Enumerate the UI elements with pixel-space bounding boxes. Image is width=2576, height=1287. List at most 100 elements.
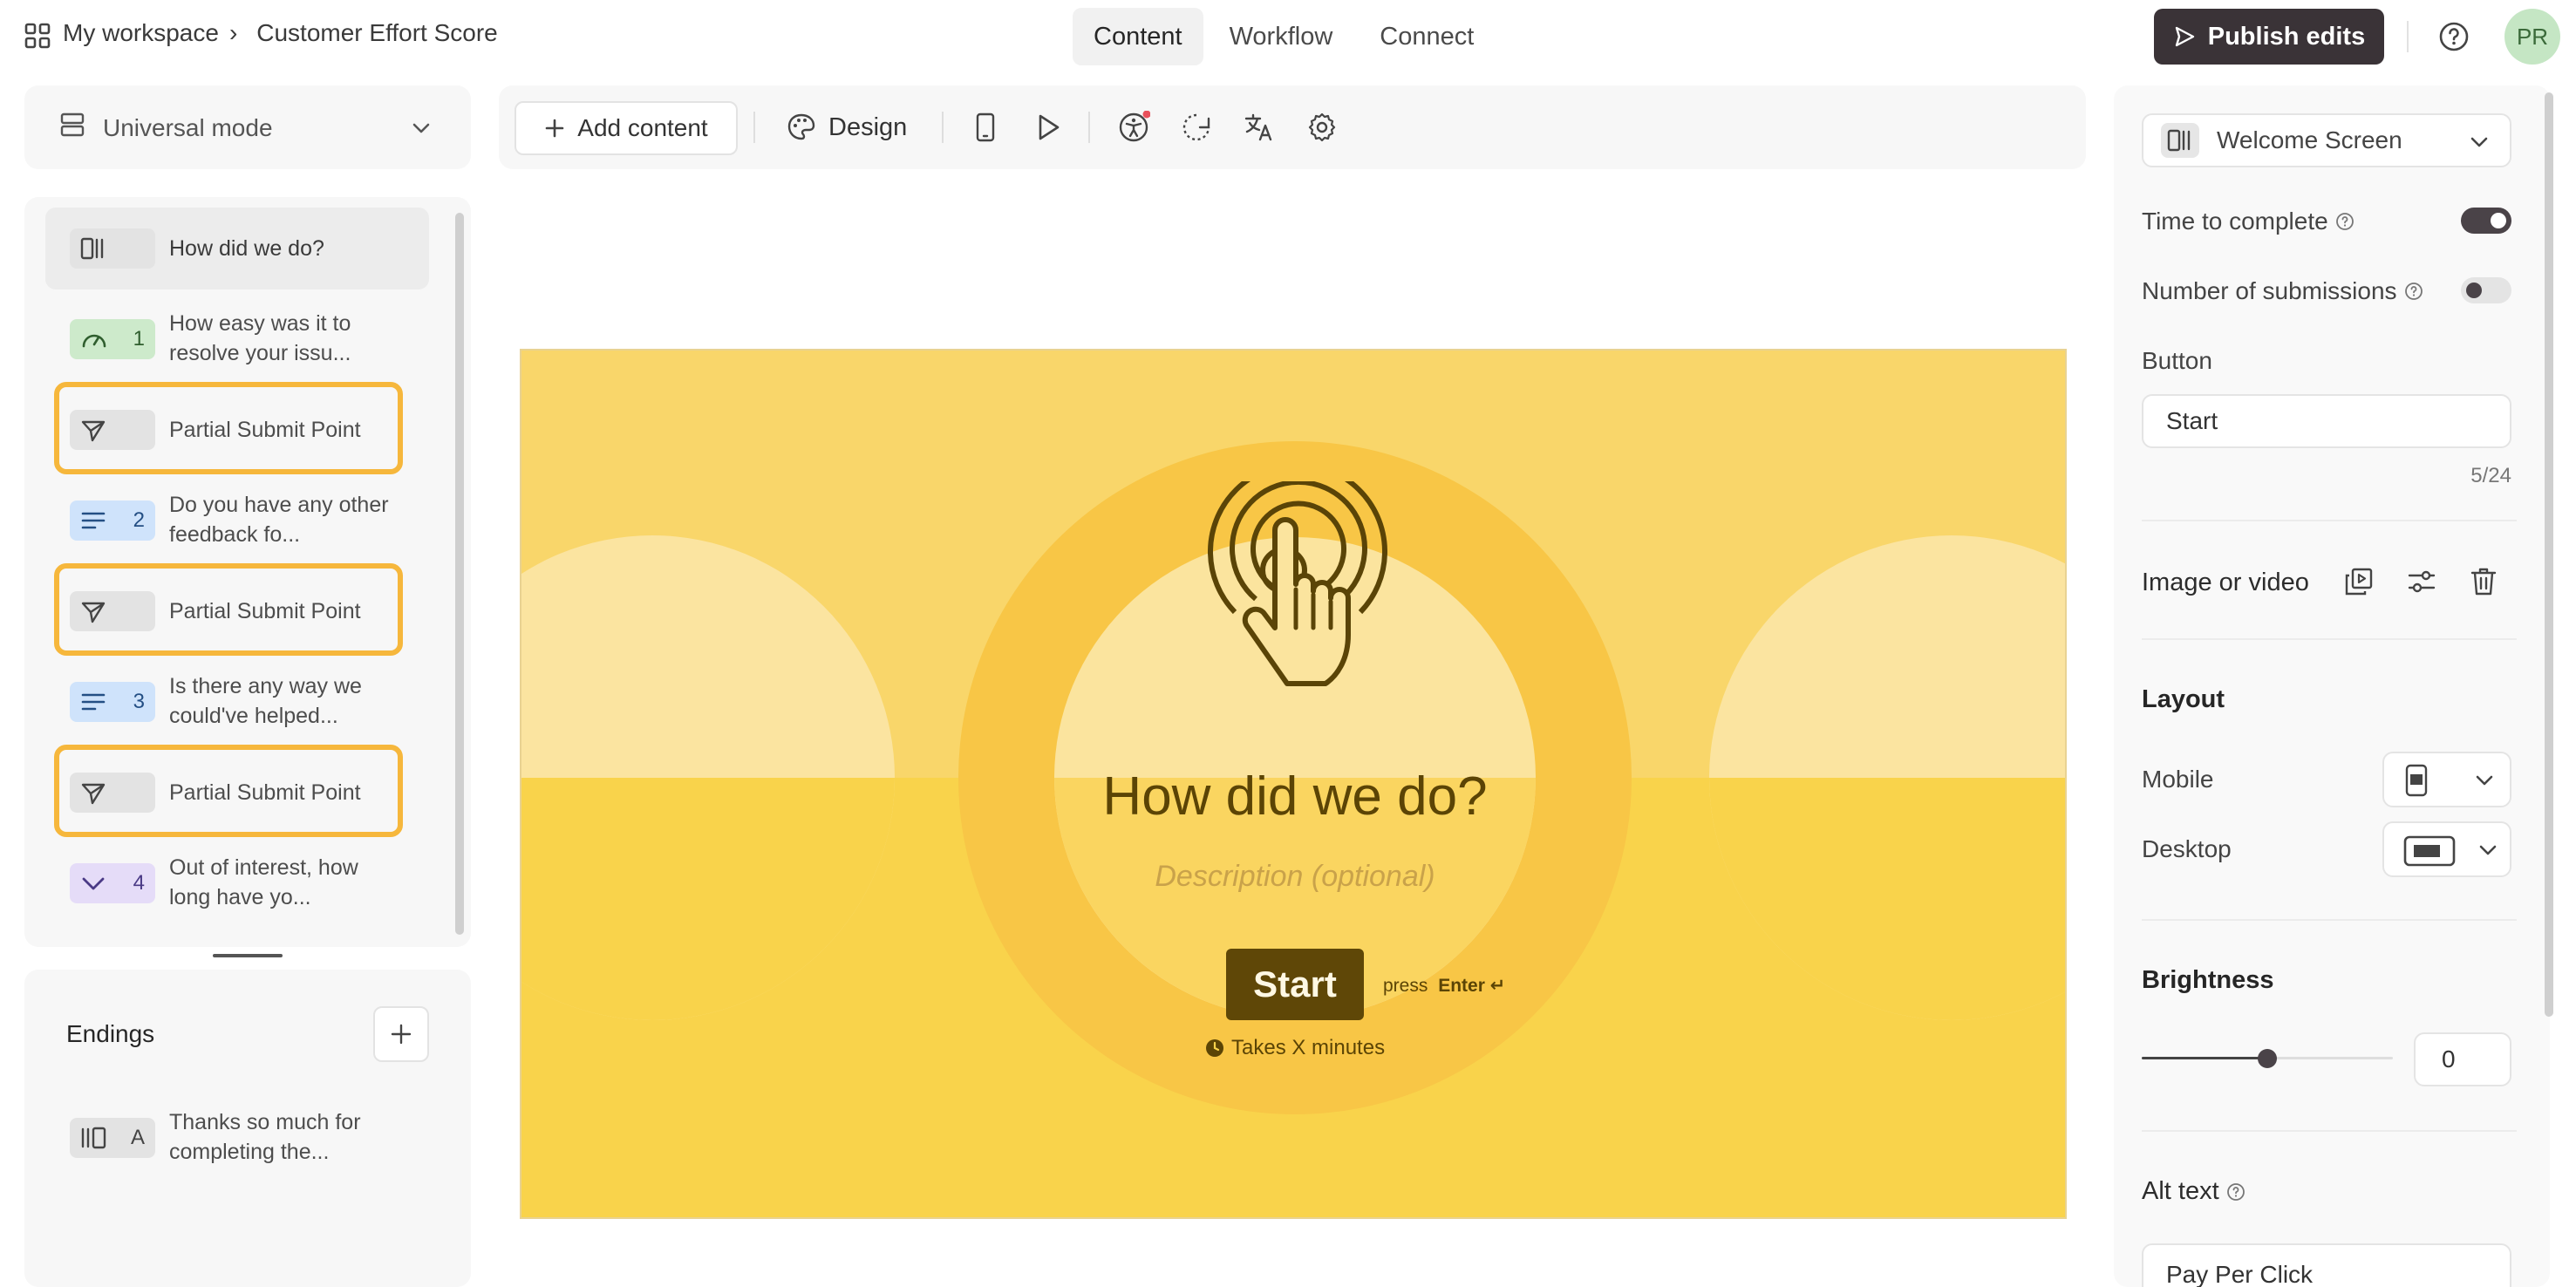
- alt-text-row: Alt text: [2142, 1177, 2245, 1206]
- logic-icon[interactable]: [1179, 110, 1214, 145]
- replace-media-icon[interactable]: [2344, 567, 2374, 596]
- partial-badge: [70, 773, 155, 813]
- button-char-counter: 5/24: [2470, 464, 2511, 487]
- question-text: How easy was it to resolve your issu...: [169, 311, 351, 365]
- time-to-complete-row: Time to complete: [2142, 208, 2355, 235]
- slider-fill: [2142, 1057, 2267, 1059]
- time-to-complete-toggle[interactable]: [2461, 208, 2511, 234]
- trash-icon[interactable]: [2470, 567, 2498, 596]
- add-content-label: Add content: [577, 114, 708, 141]
- welcome-badge: [70, 228, 155, 269]
- chevron-down-icon: [2473, 769, 2496, 792]
- info-icon[interactable]: [2226, 1182, 2245, 1202]
- tab-connect[interactable]: Connect: [1359, 8, 1495, 65]
- desktop-layout-icon: [2403, 835, 2456, 867]
- breadcrumb-form-name[interactable]: Customer Effort Score: [256, 19, 497, 47]
- plus-icon: [390, 1023, 412, 1045]
- layers-icon: [59, 112, 85, 138]
- screen-type-label: Welcome Screen: [2217, 126, 2402, 153]
- question-text[interactable]: Partial Submit Point: [169, 415, 405, 445]
- tab-content[interactable]: Content: [1073, 8, 1203, 65]
- time-estimate: Takes X minutes: [1205, 1036, 1385, 1060]
- breadcrumb-workspace[interactable]: My workspace: [63, 19, 219, 47]
- screen-type-select[interactable]: Welcome Screen: [2142, 113, 2511, 167]
- brightness-slider[interactable]: [2142, 1046, 2393, 1071]
- endings-title: Endings: [66, 1020, 155, 1047]
- palette-icon: [787, 112, 816, 142]
- adjust-sliders-icon[interactable]: [2407, 567, 2436, 596]
- design-button[interactable]: Design: [787, 108, 907, 146]
- question-text: Is there any way we could've helped...: [169, 674, 362, 728]
- section-divider: [2142, 919, 2517, 921]
- question-text[interactable]: Partial Submit Point: [169, 778, 405, 807]
- text-badge: 3: [70, 682, 155, 722]
- add-ending-button[interactable]: [373, 1006, 429, 1062]
- info-icon[interactable]: [2404, 282, 2423, 301]
- submissions-toggle[interactable]: [2461, 277, 2511, 303]
- section-divider: [2142, 638, 2517, 640]
- toolbar-divider: [1088, 112, 1090, 143]
- ending-text[interactable]: Thanks so much for completing the...: [169, 1107, 405, 1167]
- brightness-value-input[interactable]: 0: [2414, 1032, 2511, 1086]
- question-text[interactable]: Partial Submit Point: [169, 596, 405, 626]
- tab-workflow[interactable]: Workflow: [1209, 8, 1354, 65]
- publish-edits-button[interactable]: Publish edits: [2154, 9, 2384, 65]
- slider-thumb[interactable]: [2258, 1049, 2277, 1068]
- chevron-down-icon: [80, 874, 106, 893]
- gauge-icon: [80, 327, 108, 351]
- preview-start-button[interactable]: Start: [1226, 949, 1364, 1020]
- text-badge: 2: [70, 500, 155, 541]
- translate-icon[interactable]: [1242, 110, 1277, 145]
- question-number: 3: [133, 690, 145, 713]
- send-icon: [80, 780, 106, 805]
- welcome-screen-icon: [80, 236, 106, 261]
- button-text-input[interactable]: Start: [2142, 394, 2511, 448]
- mode-select[interactable]: Universal mode: [24, 85, 471, 169]
- add-content-button[interactable]: Add content: [515, 101, 738, 155]
- text-lines-icon: [80, 691, 106, 712]
- info-icon[interactable]: [2335, 212, 2355, 231]
- chevron-down-icon: [410, 117, 433, 140]
- preview-title: How did we do?: [1102, 766, 1488, 827]
- ending-letter: A: [130, 1126, 145, 1149]
- avatar[interactable]: PR: [2504, 9, 2560, 65]
- scrollbar[interactable]: [455, 213, 464, 935]
- question-number: 2: [133, 508, 145, 532]
- breadcrumb-separator: ›: [228, 19, 238, 46]
- mobile-preview-icon[interactable]: [968, 110, 1003, 145]
- alt-text-label: Alt text: [2142, 1177, 2219, 1205]
- press-enter-hint: press Enter ↵: [1383, 975, 1505, 997]
- workspace-grid-icon[interactable]: [24, 23, 51, 49]
- alt-text-value: Pay Per Click: [2166, 1261, 2314, 1287]
- question-text: Out of interest, how long have yo...: [169, 855, 358, 909]
- question-number: 1: [133, 327, 145, 351]
- question-text: How did we do?: [169, 236, 324, 261]
- time-to-complete-label: Time to complete: [2142, 208, 2328, 235]
- partial-badge: [70, 591, 155, 631]
- ending-screen-icon: [80, 1126, 108, 1150]
- partial-badge: [70, 410, 155, 450]
- scrollbar[interactable]: [2545, 92, 2553, 1017]
- send-icon: [80, 418, 106, 442]
- help-icon[interactable]: [2438, 21, 2470, 52]
- desktop-layout-select[interactable]: [2382, 821, 2511, 877]
- nav-tabs: Content Workflow Connect: [1073, 8, 1500, 65]
- enter-key-text: Enter ↵: [1438, 976, 1506, 996]
- alt-text-input[interactable]: Pay Per Click: [2142, 1243, 2511, 1287]
- dropdown-badge: 4: [70, 863, 155, 903]
- brightness-title: Brightness: [2142, 966, 2274, 994]
- text-lines-icon: [80, 510, 106, 531]
- clock-icon: [1205, 1038, 1224, 1058]
- toolbar-divider: [753, 112, 755, 143]
- resize-handle[interactable]: [213, 954, 283, 957]
- settings-gear-icon[interactable]: [1305, 110, 1339, 145]
- send-icon: [2173, 25, 2196, 48]
- preview-description-placeholder[interactable]: Description (optional): [946, 860, 1644, 894]
- mode-label: Universal mode: [103, 114, 273, 141]
- toolbar-divider: [942, 112, 944, 143]
- desktop-layout-label: Desktop: [2142, 835, 2232, 862]
- play-preview-icon[interactable]: [1031, 110, 1066, 145]
- preview-canvas[interactable]: How did we do? Description (optional) St…: [520, 349, 2067, 1219]
- mobile-layout-select[interactable]: [2382, 752, 2511, 807]
- accessibility-icon[interactable]: [1116, 110, 1151, 145]
